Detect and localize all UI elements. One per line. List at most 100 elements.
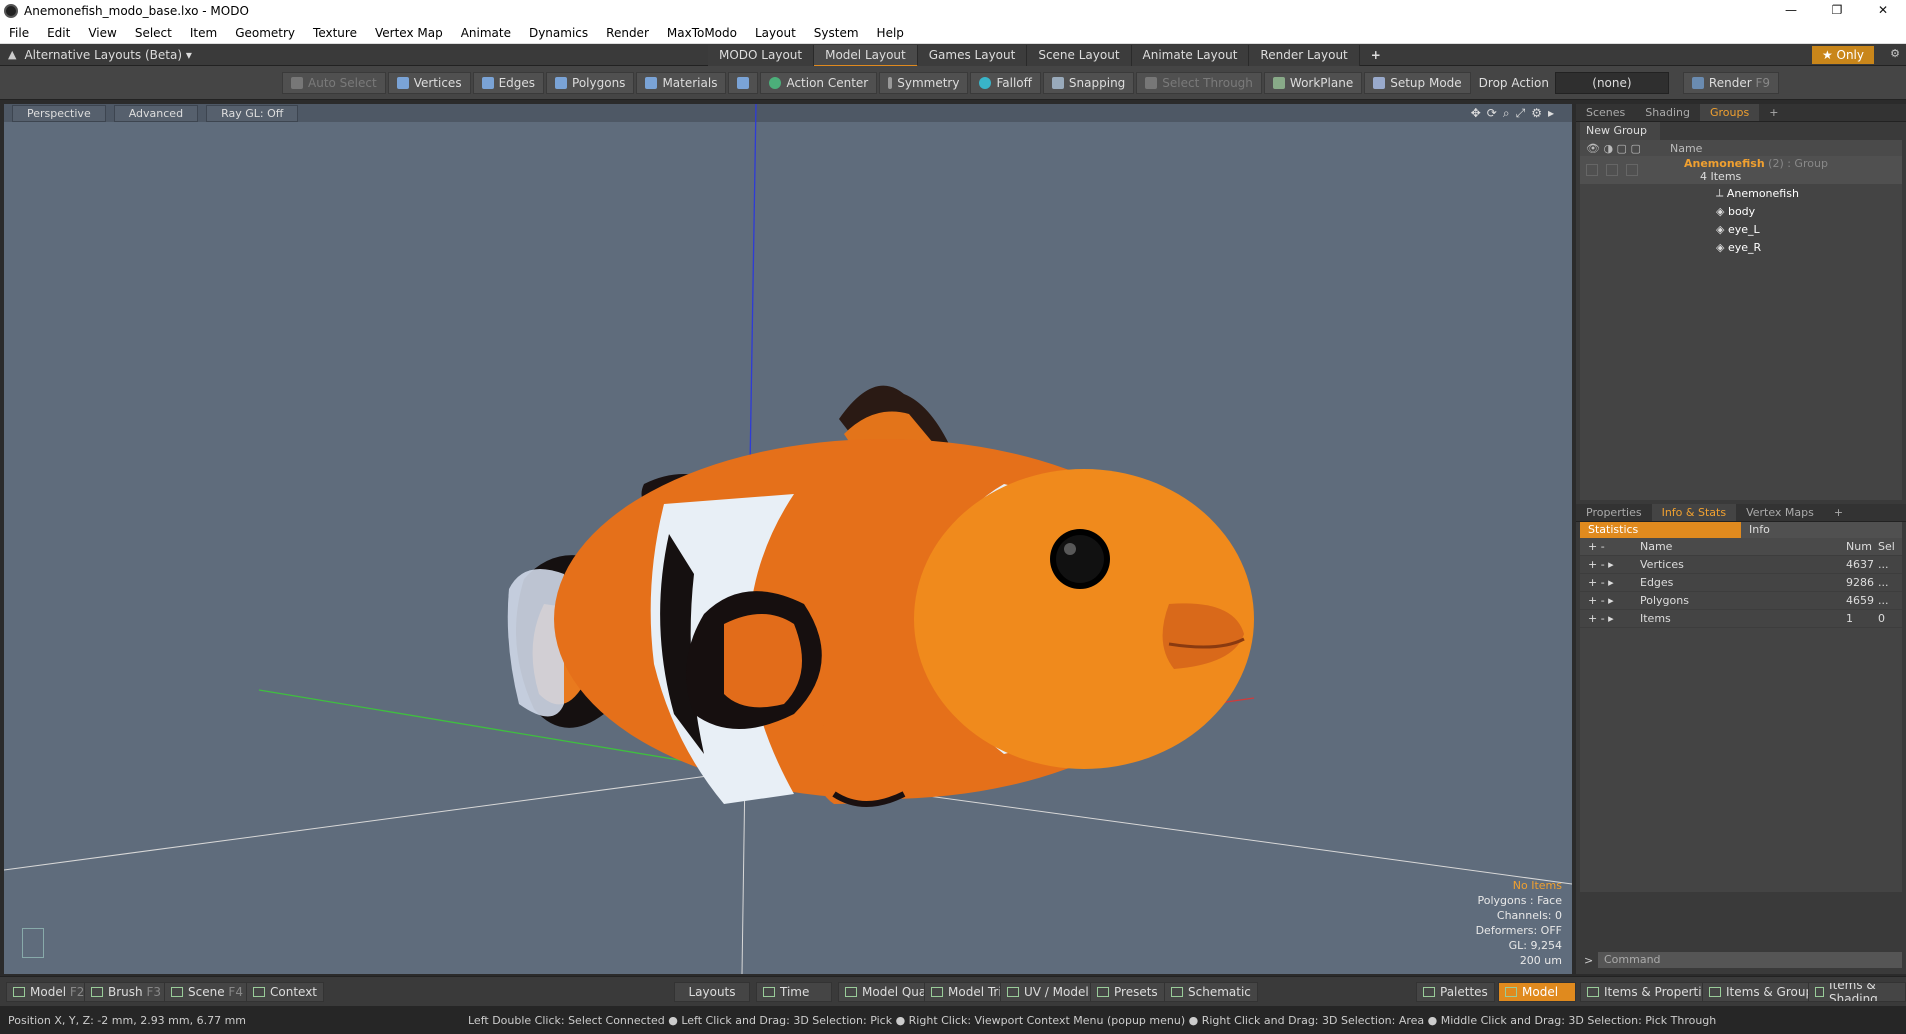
items-shading-icon — [1815, 987, 1825, 997]
tab-statistics[interactable]: Statistics — [1580, 522, 1741, 538]
right-panel: Scenes Shading Groups + New Group 👁 ◑ ▢ … — [1576, 104, 1906, 974]
tab-properties[interactable]: Properties — [1576, 504, 1652, 521]
tab-animate-layout[interactable]: Animate Layout — [1131, 45, 1250, 67]
presets-icon — [1097, 987, 1109, 997]
only-toggle[interactable]: ★ Only — [1811, 46, 1874, 64]
schematic-button[interactable]: Schematic — [1164, 982, 1258, 1002]
menu-animate[interactable]: Animate — [452, 26, 520, 40]
time-button[interactable]: Time — [756, 982, 832, 1002]
palettes-button[interactable]: Palettes — [1416, 982, 1495, 1002]
tab-modo-layout[interactable]: MODO Layout — [708, 45, 815, 67]
menu-dynamics[interactable]: Dynamics — [520, 26, 597, 40]
vertices-button[interactable]: Vertices — [387, 72, 471, 94]
groups-panel-tabs: Scenes Shading Groups + — [1576, 104, 1906, 122]
menu-view[interactable]: View — [79, 26, 125, 40]
auto-select-button[interactable]: Auto Select — [282, 72, 386, 94]
edges-button[interactable]: Edges — [472, 72, 545, 94]
setup-mode-button[interactable]: Setup Mode — [1364, 72, 1471, 94]
tab-info[interactable]: Info — [1741, 522, 1902, 538]
workplane-button[interactable]: WorkPlane — [1263, 72, 1363, 94]
tab-games-layout[interactable]: Games Layout — [917, 45, 1028, 67]
model-button[interactable]: Model F2 — [6, 982, 92, 1002]
tab-render-layout[interactable]: Render Layout — [1249, 45, 1360, 67]
tab-info-stats[interactable]: Info & Stats — [1651, 504, 1737, 521]
minimize-icon[interactable]: — — [1768, 0, 1814, 22]
table-row[interactable]: + - ▸ Edges 9286... — [1580, 574, 1902, 592]
brush-button[interactable]: Brush F3 — [84, 982, 169, 1002]
uv-model-button[interactable]: UV / Model — [1000, 982, 1096, 1002]
add-tab-icon[interactable]: + — [1824, 504, 1853, 521]
action-center-button[interactable]: Action Center — [760, 72, 878, 94]
table-row[interactable]: + - ▸ Polygons 4659... — [1580, 592, 1902, 610]
falloff-button[interactable]: Falloff — [970, 72, 1041, 94]
tab-scene-layout[interactable]: Scene Layout — [1027, 45, 1132, 67]
list-item[interactable]: ◈ eye_L — [1580, 220, 1902, 238]
menu-render[interactable]: Render — [597, 26, 658, 40]
time-icon — [763, 987, 775, 997]
workplane-icon — [1272, 77, 1285, 89]
scale-label: 200 um — [1519, 954, 1562, 967]
3d-viewport[interactable]: Perspective Advanced Ray GL: Off ✥ ⟳ ⌕ ⤢… — [4, 104, 1572, 974]
items-properties-button[interactable]: Items & Properties — [1580, 982, 1723, 1002]
lock-icon[interactable] — [1626, 164, 1638, 176]
drop-action-select[interactable]: (none) — [1554, 72, 1669, 94]
tab-groups[interactable]: Groups — [1699, 104, 1760, 121]
menu-geometry[interactable]: Geometry — [226, 26, 304, 40]
component-toggle-button[interactable] — [728, 72, 759, 94]
menu-select[interactable]: Select — [126, 26, 181, 40]
render-toggle-icon[interactable] — [1606, 164, 1618, 176]
model-tri-icon — [931, 987, 943, 997]
scene-button[interactable]: Scene F4 — [164, 982, 250, 1002]
list-item[interactable]: ⟂ Anemonefish — [1580, 184, 1902, 202]
add-layout-button[interactable]: + — [1360, 45, 1392, 67]
group-toggles — [1580, 164, 1670, 176]
snapping-button[interactable]: Snapping — [1042, 72, 1135, 94]
tab-scenes[interactable]: Scenes — [1576, 104, 1635, 121]
schematic-icon — [1171, 987, 1183, 997]
menu-edit[interactable]: Edit — [38, 26, 79, 40]
layouts-button[interactable]: Layouts — [674, 982, 750, 1002]
menu-system[interactable]: System — [805, 26, 868, 40]
bottom-bar: Model F2 Brush F3 Scene F4 Context Layou… — [0, 976, 1906, 1006]
menu-item[interactable]: Item — [181, 26, 226, 40]
command-input[interactable]: Command — [1598, 952, 1902, 968]
menu-help[interactable]: Help — [868, 26, 913, 40]
list-item[interactable]: ◈ body — [1580, 202, 1902, 220]
stats-panel-tabs: Properties Info & Stats Vertex Maps + — [1576, 504, 1906, 522]
deformers-label: Deformers: OFF — [1475, 924, 1562, 937]
symmetry-button[interactable]: Symmetry — [879, 72, 969, 94]
tab-model-layout[interactable]: Model Layout — [814, 45, 918, 67]
add-tab-icon[interactable]: + — [1759, 104, 1788, 121]
close-icon[interactable]: ✕ — [1860, 0, 1906, 22]
context-button[interactable]: Context — [246, 982, 325, 1002]
alternative-layouts-dropdown[interactable]: Alternative Layouts (Beta) ▾ — [24, 48, 191, 62]
collapse-icon[interactable]: ▲ — [8, 48, 16, 61]
viewport-info: No Items Polygons : Face Channels: 0 Def… — [1476, 878, 1562, 968]
menu-bar: File Edit View Select Item Geometry Text… — [0, 22, 1906, 44]
table-row[interactable]: + - ▸ Items 1 0 — [1580, 610, 1902, 628]
render-icon — [1691, 77, 1704, 89]
visibility-icon[interactable] — [1586, 164, 1598, 176]
menu-layout[interactable]: Layout — [746, 26, 805, 40]
items-shading-button[interactable]: Items & Shading — [1808, 982, 1906, 1002]
menu-file[interactable]: File — [0, 26, 38, 40]
auto-select-icon — [291, 77, 303, 89]
table-row[interactable]: + - ▸ Vertices 4637... — [1580, 556, 1902, 574]
render-button[interactable]: Render F9 — [1682, 72, 1780, 94]
model-tri-button[interactable]: Model Tri — [924, 982, 1009, 1002]
presets-button[interactable]: Presets — [1090, 982, 1165, 1002]
menu-maxtomodo[interactable]: MaxToModo — [658, 26, 746, 40]
group-row-anemonefish[interactable]: Anemonefish (2) : Group 4 Items — [1580, 156, 1902, 184]
list-item[interactable]: ◈ eye_R — [1580, 238, 1902, 256]
select-through-button[interactable]: Select Through — [1136, 72, 1262, 94]
menu-vertex-map[interactable]: Vertex Map — [366, 26, 452, 40]
tab-shading[interactable]: Shading — [1635, 104, 1700, 121]
restore-icon[interactable]: ❐ — [1814, 0, 1860, 22]
gear-icon[interactable]: ⚙ — [1890, 47, 1900, 60]
materials-button[interactable]: Materials — [636, 72, 727, 94]
polygons-button[interactable]: Polygons — [546, 72, 635, 94]
tab-vertex-maps[interactable]: Vertex Maps — [1736, 504, 1824, 521]
model-layout-button[interactable]: Model — [1498, 982, 1576, 1002]
new-group-button[interactable]: New Group — [1580, 122, 1660, 140]
menu-texture[interactable]: Texture — [304, 26, 366, 40]
